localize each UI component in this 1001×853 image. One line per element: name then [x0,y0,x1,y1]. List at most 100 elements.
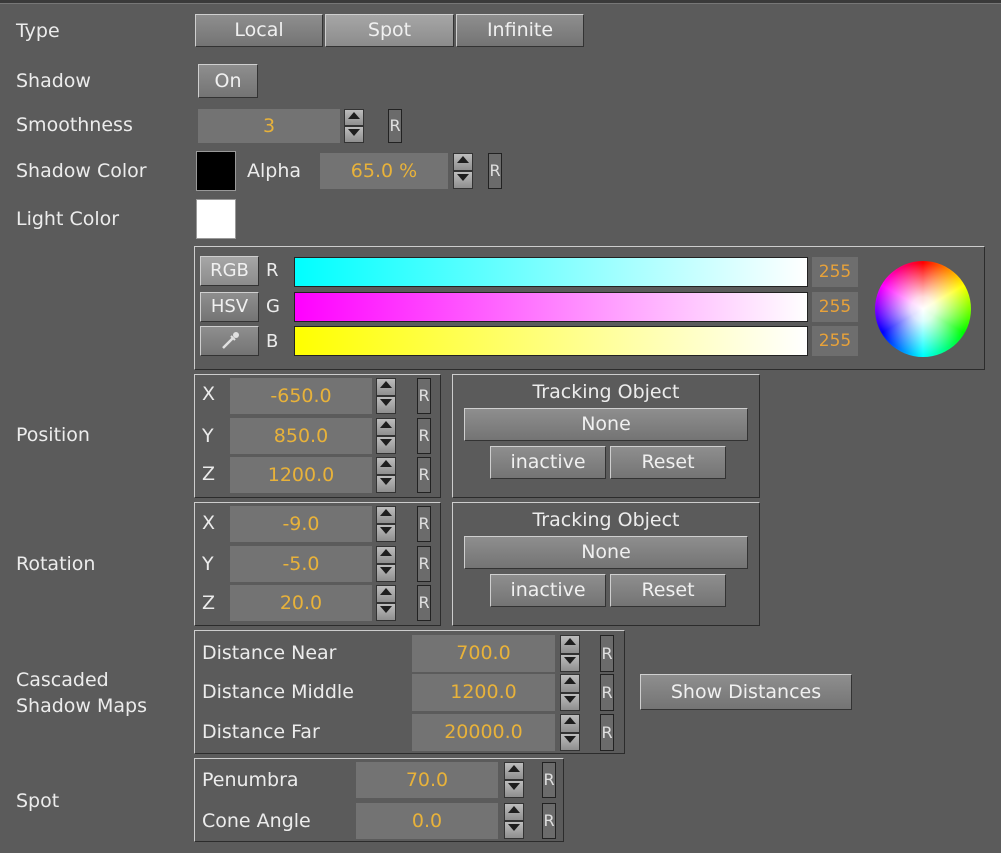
decrement-icon[interactable] [560,653,580,672]
decrement-icon[interactable] [376,524,396,542]
shadow-toggle-button[interactable]: On [198,64,258,98]
increment-icon[interactable] [560,635,580,654]
eyedropper-button[interactable] [200,326,259,356]
green-channel-slider[interactable] [294,292,808,322]
distance-middle-input[interactable]: 1200.0 [412,674,555,711]
increment-icon[interactable] [344,109,364,126]
rotation-x-reset-button[interactable]: R [417,506,431,542]
shadow-label: Shadow [16,70,91,92]
position-x-spinner[interactable] [376,378,396,414]
cone-angle-input[interactable]: 0.0 [356,803,498,839]
position-y-input[interactable]: 850.0 [230,418,372,454]
alpha-reset-button[interactable]: R [488,153,502,189]
increment-icon[interactable] [376,585,396,603]
smoothness-spinner[interactable] [344,109,364,143]
shadow-color-swatch[interactable] [196,151,236,191]
rotation-tracking-title: Tracking Object [532,509,680,531]
decrement-icon[interactable] [453,171,473,189]
light-color-swatch[interactable] [196,199,236,239]
distance-near-input[interactable]: 700.0 [412,635,555,672]
green-value[interactable]: 255 [812,292,858,322]
red-channel-slider[interactable] [294,257,808,287]
position-tracking-reset-button[interactable]: Reset [610,446,726,479]
type-infinite-button[interactable]: Infinite [456,14,584,47]
increment-icon[interactable] [560,714,580,733]
distance-middle-reset-button[interactable]: R [600,674,614,711]
position-tracking-object-button[interactable]: None [464,408,748,441]
distance-near-reset-button[interactable]: R [600,635,614,672]
decrement-icon[interactable] [376,436,396,454]
decrement-icon[interactable] [376,475,396,493]
rgb-mode-button[interactable]: RGB [200,256,259,286]
position-y-spinner[interactable] [376,418,396,454]
position-x-axis-label: X [202,383,216,405]
increment-icon[interactable] [504,803,524,821]
cone-angle-reset-button[interactable]: R [542,803,556,839]
cone-angle-spinner[interactable] [504,803,524,839]
increment-icon[interactable] [376,506,396,524]
decrement-icon[interactable] [504,821,524,839]
penumbra-reset-button[interactable]: R [542,762,556,798]
light-color-label: Light Color [16,208,120,230]
decrement-icon[interactable] [376,603,396,621]
hsv-mode-button[interactable]: HSV [200,292,259,322]
increment-icon[interactable] [376,457,396,475]
position-label: Position [16,424,90,446]
rotation-y-reset-button[interactable]: R [417,546,431,582]
top-border [0,0,1001,4]
rotation-tracking-object-button[interactable]: None [464,536,748,569]
increment-icon[interactable] [376,418,396,436]
rotation-tracking-inactive-button[interactable]: inactive [490,574,606,607]
rotation-label: Rotation [16,553,96,575]
rotation-y-spinner[interactable] [376,546,396,582]
penumbra-input[interactable]: 70.0 [356,762,498,798]
distance-far-input[interactable]: 20000.0 [412,714,555,751]
increment-icon[interactable] [376,378,396,396]
rotation-tracking-reset-button[interactable]: Reset [610,574,726,607]
type-spot-button[interactable]: Spot [325,14,454,47]
distance-near-spinner[interactable] [560,635,580,672]
shadow-color-label: Shadow Color [16,160,147,182]
blue-value[interactable]: 255 [812,326,858,356]
smoothness-input[interactable]: 3 [198,109,340,143]
position-y-reset-button[interactable]: R [417,418,431,454]
rotation-x-spinner[interactable] [376,506,396,542]
decrement-icon[interactable] [376,564,396,582]
position-x-input[interactable]: -650.0 [230,378,372,414]
red-value[interactable]: 255 [812,257,858,287]
alpha-label: Alpha [247,160,302,182]
rotation-x-axis-label: X [202,512,216,534]
blue-channel-slider[interactable] [294,326,808,356]
alpha-spinner[interactable] [453,153,473,189]
decrement-icon[interactable] [376,396,396,414]
type-local-button[interactable]: Local [195,14,323,47]
decrement-icon[interactable] [344,126,364,143]
smoothness-reset-button[interactable]: R [388,109,402,143]
rotation-z-spinner[interactable] [376,585,396,621]
position-z-input[interactable]: 1200.0 [230,457,372,493]
penumbra-spinner[interactable] [504,762,524,798]
position-z-reset-button[interactable]: R [417,457,431,493]
decrement-icon[interactable] [560,732,580,751]
distance-middle-spinner[interactable] [560,674,580,711]
rotation-z-input[interactable]: 20.0 [230,585,372,621]
rotation-z-reset-button[interactable]: R [417,585,431,621]
smoothness-label: Smoothness [16,114,133,136]
distance-far-reset-button[interactable]: R [600,714,614,751]
increment-icon[interactable] [504,762,524,780]
increment-icon[interactable] [376,546,396,564]
position-x-reset-button[interactable]: R [417,378,431,414]
decrement-icon[interactable] [504,780,524,798]
rotation-x-input[interactable]: -9.0 [230,506,372,542]
position-tracking-inactive-button[interactable]: inactive [490,446,606,479]
show-distances-button[interactable]: Show Distances [640,674,852,710]
rotation-y-input[interactable]: -5.0 [230,546,372,582]
increment-icon[interactable] [560,674,580,693]
alpha-input[interactable]: 65.0 % [320,153,448,189]
decrement-icon[interactable] [560,692,580,711]
rotation-z-axis-label: Z [202,592,216,614]
increment-icon[interactable] [453,153,473,171]
distance-far-spinner[interactable] [560,714,580,751]
position-z-spinner[interactable] [376,457,396,493]
color-wheel[interactable] [875,261,971,357]
